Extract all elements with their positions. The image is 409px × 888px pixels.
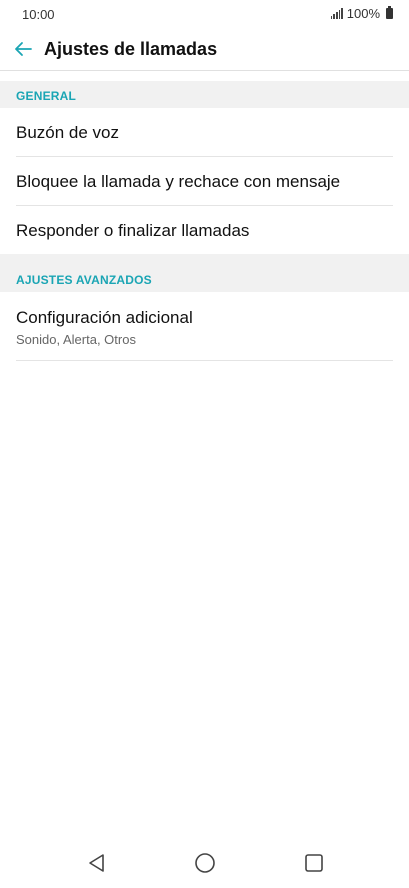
battery-icon <box>386 6 393 19</box>
battery-percent: 100% <box>346 6 380 21</box>
back-button[interactable] <box>10 36 36 62</box>
item-label: Configuración adicional <box>16 308 193 327</box>
item-label: Responder o finalizar llamadas <box>16 221 250 240</box>
nav-recents-button[interactable] <box>301 850 327 876</box>
back-arrow-icon <box>15 42 32 56</box>
status-time: 10:00 <box>22 7 55 22</box>
item-subtitle: Sonido, Alerta, Otros <box>16 332 136 347</box>
navigation-bar <box>0 838 409 888</box>
list-item-configuracion-adicional[interactable]: Configuración adicional Sonido, Alerta, … <box>0 292 409 361</box>
status-indicators: 100% <box>330 6 393 21</box>
app-bar-divider <box>0 70 409 71</box>
home-circle-icon <box>195 853 215 873</box>
status-bar: 10:00 100% <box>0 0 409 28</box>
back-triangle-icon <box>89 854 104 872</box>
recents-square-icon <box>305 854 323 872</box>
app-bar: Ajustes de llamadas <box>0 28 409 70</box>
item-label: Buzón de voz <box>16 123 120 142</box>
page-title: Ajustes de llamadas <box>44 39 218 59</box>
list-item-buzon-de-voz[interactable]: Buzón de voz <box>0 108 409 157</box>
list-item-bloquee-llamada[interactable]: Bloquee la llamada y rechace con mensaje <box>0 157 409 206</box>
section-header-label: GENERAL <box>16 89 77 103</box>
section-header-general: GENERAL <box>0 81 409 108</box>
item-label: Bloquee la llamada y rechace con mensaje <box>16 172 341 191</box>
nav-home-button[interactable] <box>192 850 218 876</box>
nav-back-button[interactable] <box>84 850 110 876</box>
item-divider <box>16 360 393 361</box>
signal-icon <box>330 8 343 19</box>
section-header-advanced: AJUSTES AVANZADOS <box>0 254 409 292</box>
list-item-responder-finalizar[interactable]: Responder o finalizar llamadas <box>0 206 409 254</box>
section-header-label: AJUSTES AVANZADOS <box>16 273 152 287</box>
